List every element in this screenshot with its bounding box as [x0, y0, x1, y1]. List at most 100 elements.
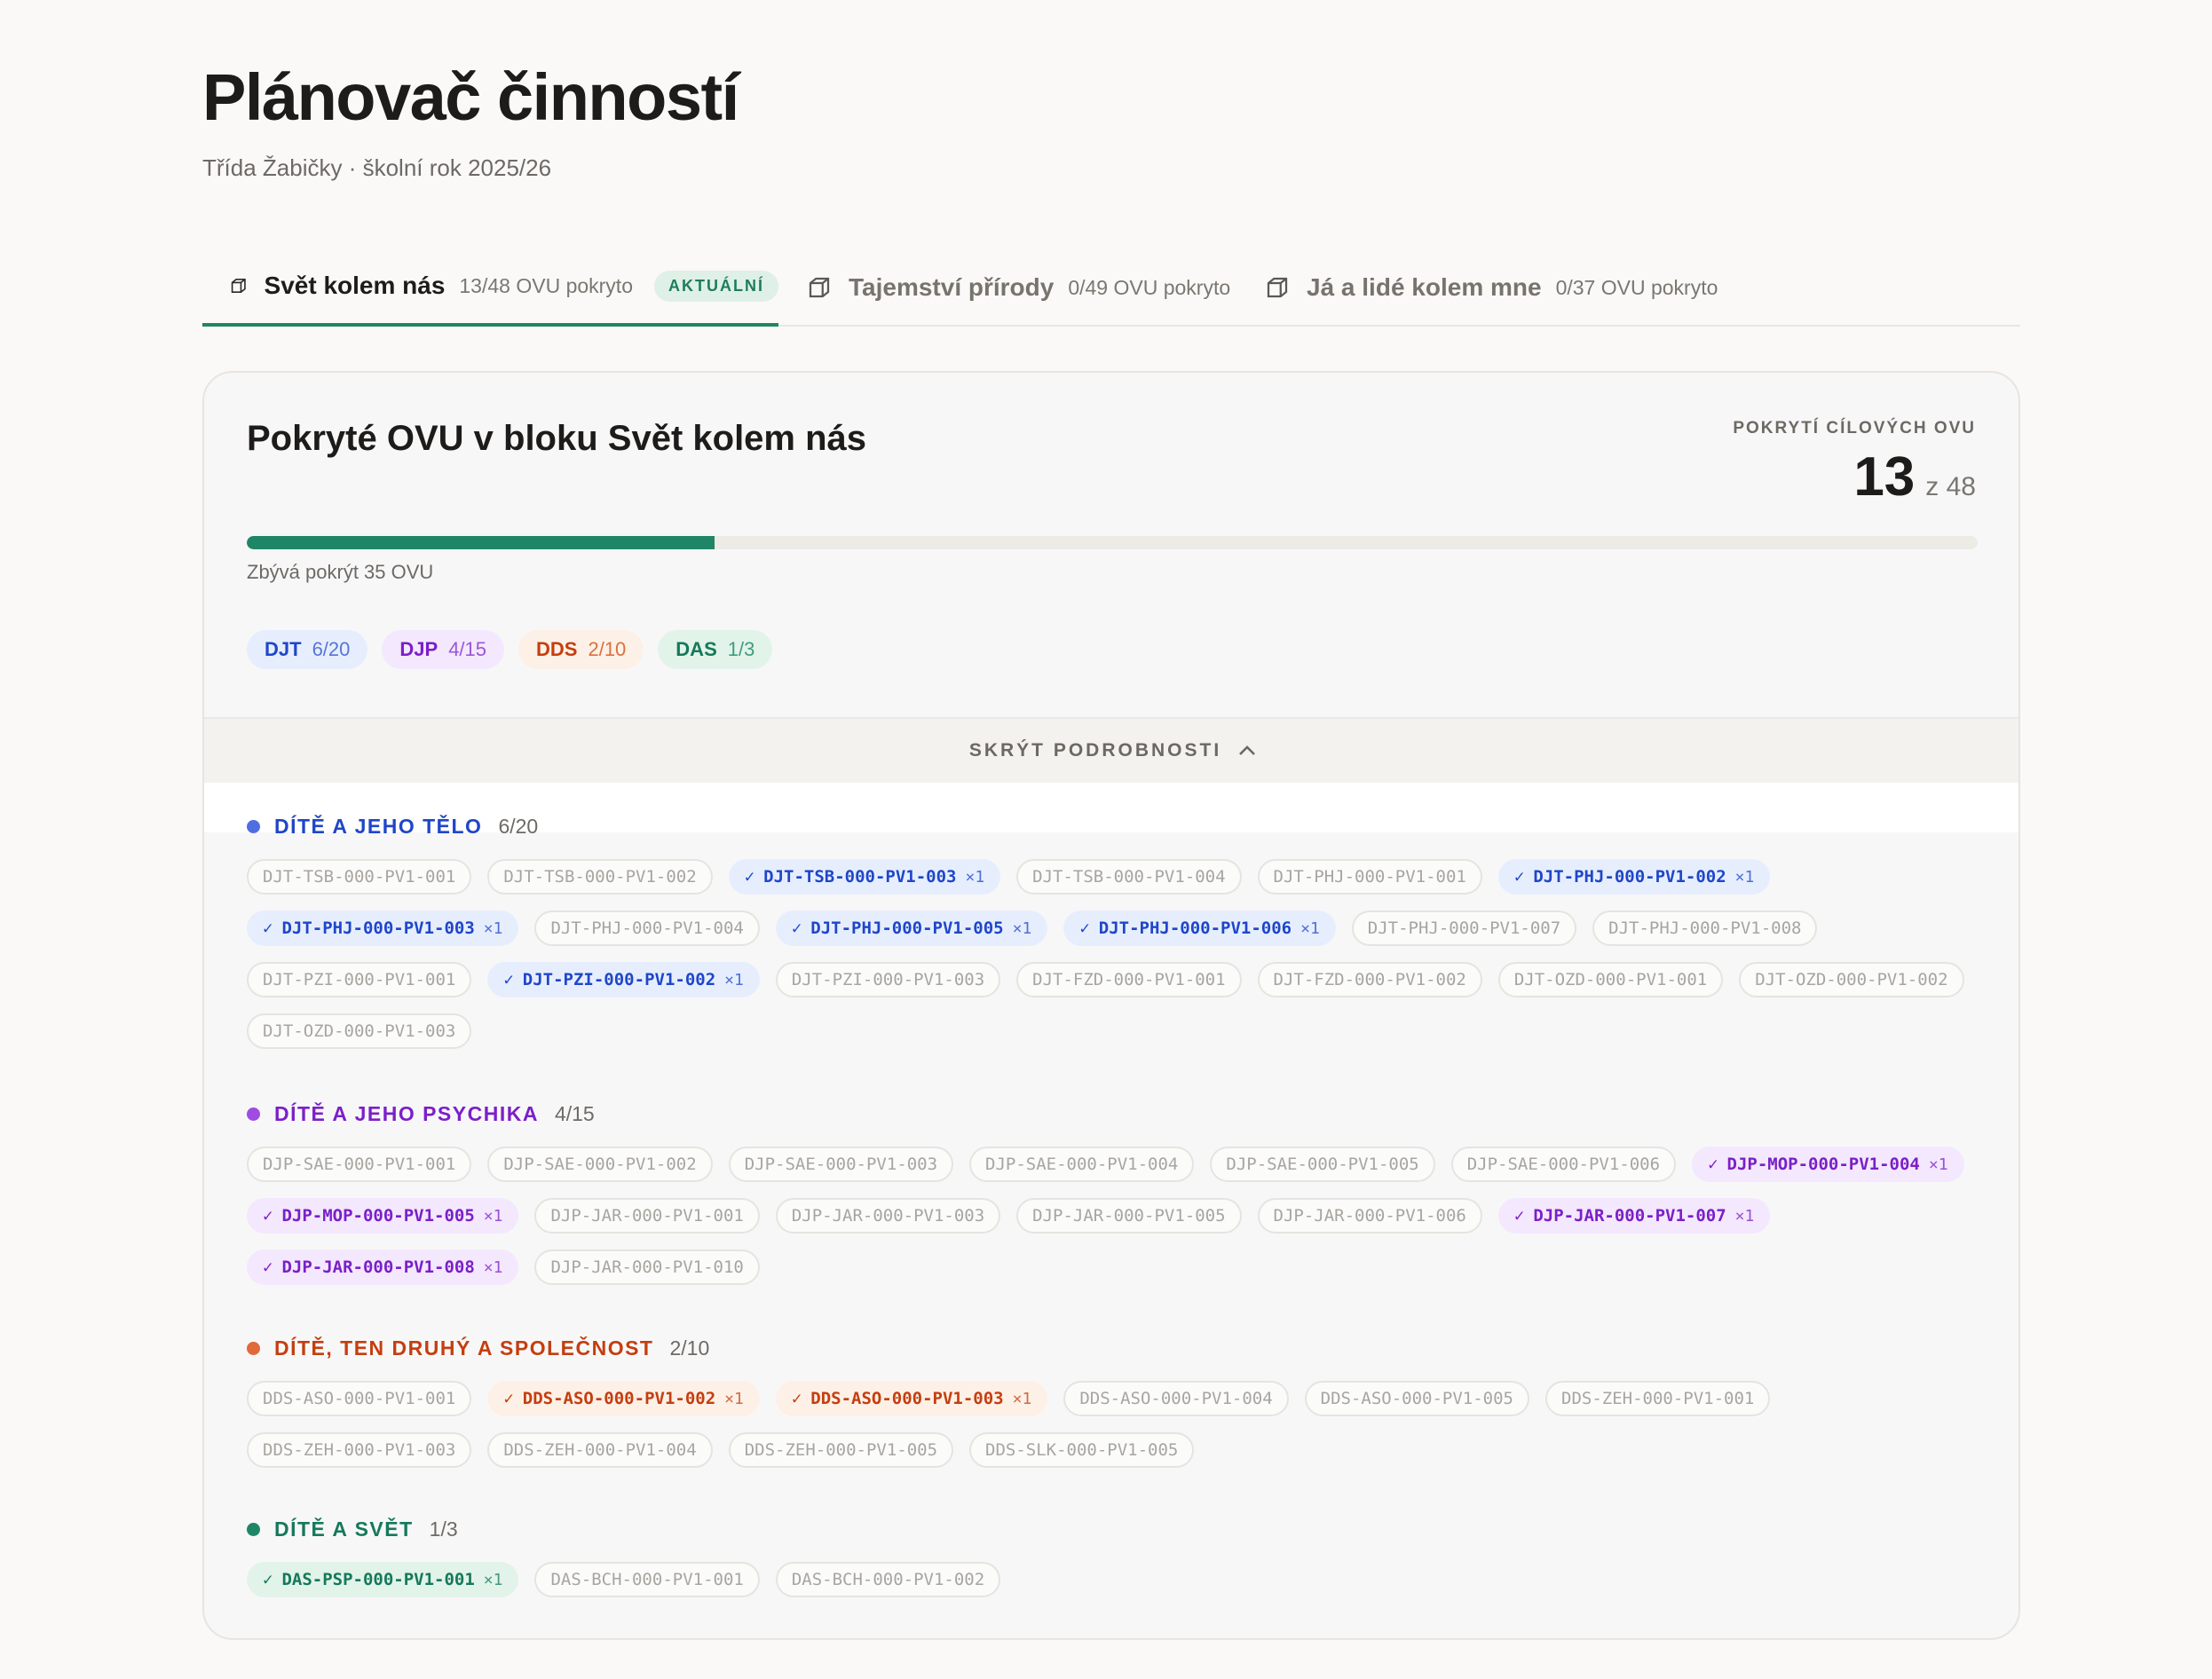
usage-count: ×1 [965, 867, 985, 887]
ovu-chip[interactable]: DJP-JAR-000-PV1-006 [1257, 1198, 1482, 1234]
ovu-chip[interactable]: DJP-SAE-000-PV1-006 [1450, 1147, 1677, 1182]
ovu-chip[interactable]: DJT-TSB-000-PV1-001 [247, 859, 472, 895]
ovu-code: DJT-PZI-000-PV1-003 [791, 970, 985, 989]
ovu-chip[interactable]: DDS-ZEH-000-PV1-003 [247, 1432, 472, 1468]
ovu-chip[interactable]: DDS-ZEH-000-PV1-001 [1545, 1381, 1771, 1416]
ovu-code: DJP-MOP-000-PV1-004 [1726, 1155, 1920, 1174]
ovu-chip[interactable]: DJP-SAE-000-PV1-003 [728, 1147, 954, 1182]
ovu-chip[interactable]: DJT-TSB-000-PV1-002 [487, 859, 713, 895]
progress-fill [247, 536, 715, 549]
ovu-chip[interactable]: DJT-PHJ-000-PV1-007 [1351, 910, 1577, 946]
ovu-chip[interactable]: DJP-JAR-000-PV1-005 [1016, 1198, 1242, 1234]
ovu-chip-covered[interactable]: ✓ DJT-PHJ-000-PV1-006 ×1 [1063, 910, 1336, 946]
tab-label: Tajemství přírody [849, 273, 1055, 301]
ovu-code: DJP-JAR-000-PV1-001 [550, 1206, 744, 1226]
ovu-code: DJT-OZD-000-PV1-001 [1513, 970, 1708, 989]
ovu-chip[interactable]: DJT-PZI-000-PV1-001 [247, 962, 472, 997]
usage-count: ×1 [1300, 918, 1320, 938]
ovu-chip-covered[interactable]: ✓ DJP-JAR-000-PV1-007 ×1 [1497, 1198, 1771, 1234]
ovu-chip[interactable]: DDS-SLK-000-PV1-005 [969, 1432, 1195, 1468]
ovu-chip[interactable]: DJT-OZD-000-PV1-002 [1739, 962, 1964, 997]
ovu-chip[interactable]: DJP-JAR-000-PV1-003 [775, 1198, 1001, 1234]
group-name: DÍTĚ A SVĚT [274, 1517, 414, 1541]
check-icon: ✓ [263, 918, 273, 938]
summary-count: 2/10 [588, 638, 627, 660]
ovu-chip[interactable]: DJP-SAE-000-PV1-001 [247, 1147, 472, 1182]
ovu-chip-covered[interactable]: ✓ DJP-MOP-000-PV1-005 ×1 [247, 1198, 519, 1234]
ovu-code: DJT-PHJ-000-PV1-006 [1098, 918, 1292, 938]
tab-ja-a-lide-kolem-mne[interactable]: Já a lidé kolem mne 0/37 OVU pokryto [1264, 248, 1718, 327]
ovu-code: DJT-FZD-000-PV1-002 [1273, 970, 1466, 989]
group-dot-icon [247, 1341, 260, 1355]
group-count: 6/20 [498, 814, 539, 838]
group-name: DÍTĚ, TEN DRUHÝ A SPOLEČNOST [274, 1336, 654, 1360]
ovu-chip[interactable]: DDS-ASO-000-PV1-005 [1304, 1381, 1529, 1416]
ovu-chip[interactable]: DJP-JAR-000-PV1-001 [534, 1198, 760, 1234]
ovu-chip[interactable]: DJT-PHJ-000-PV1-001 [1257, 859, 1482, 895]
tab-tajemstvi-prirody[interactable]: Tajemství přírody 0/49 OVU pokryto [806, 248, 1230, 327]
ovu-chip-covered[interactable]: ✓ DJT-PZI-000-PV1-002 ×1 [487, 962, 760, 997]
hide-details-button[interactable]: SKRÝT PODROBNOSTI [204, 717, 2018, 783]
ovu-code: DDS-ASO-000-PV1-004 [1079, 1389, 1273, 1408]
box-icon [231, 279, 246, 293]
ovu-chip-list: DDS-ASO-000-PV1-001 ✓ DDS-ASO-000-PV1-002 ×… [247, 1381, 1987, 1468]
ovu-chip[interactable]: DAS-BCH-000-PV1-002 [775, 1562, 1001, 1597]
ovu-code: DJP-JAR-000-PV1-007 [1533, 1206, 1726, 1226]
tab-svet-kolem-nas[interactable]: Svět kolem nás 13/48 OVU pokryto AKTUÁLN… [202, 248, 778, 327]
ovu-chip[interactable]: DJT-PHJ-000-PV1-008 [1592, 910, 1818, 946]
ovu-code: DDS-ASO-000-PV1-003 [810, 1389, 1004, 1408]
ovu-code: DDS-ASO-000-PV1-001 [263, 1389, 456, 1408]
tab-count: 13/48 OVU pokryto [459, 273, 633, 297]
usage-count: ×1 [724, 970, 744, 989]
ovu-chip-covered[interactable]: ✓ DJP-MOP-000-PV1-004 ×1 [1692, 1147, 1964, 1182]
ovu-code: DJP-SAE-000-PV1-006 [1466, 1155, 1661, 1174]
usage-count: ×1 [1928, 1155, 1948, 1174]
ovu-chip-covered[interactable]: ✓ DAS-PSP-000-PV1-001 ×1 [247, 1562, 519, 1597]
ovu-chip[interactable]: DJT-FZD-000-PV1-001 [1016, 962, 1242, 997]
ovu-chip[interactable]: DJT-PZI-000-PV1-003 [775, 962, 1001, 997]
group-dot-icon [247, 1522, 260, 1536]
box-icon [809, 277, 830, 298]
ovu-chip-covered[interactable]: ✓ DJT-PHJ-000-PV1-003 ×1 [247, 910, 519, 946]
ovu-chip-covered[interactable]: ✓ DJT-PHJ-000-PV1-002 ×1 [1497, 859, 1771, 895]
ovu-code: DAS-BCH-000-PV1-002 [791, 1570, 985, 1589]
ovu-code: DJT-TSB-000-PV1-001 [263, 867, 456, 887]
ovu-chip-covered[interactable]: ✓ DDS-ASO-000-PV1-002 ×1 [487, 1381, 760, 1416]
ovu-chip[interactable]: DJP-SAE-000-PV1-002 [487, 1147, 713, 1182]
ovu-chip[interactable]: DJP-SAE-000-PV1-005 [1210, 1147, 1435, 1182]
ovu-chip-list: ✓ DAS-PSP-000-PV1-001 ×1 DAS-BCH-000-PV1-00… [247, 1562, 1987, 1597]
summary-code: DAS [675, 638, 717, 660]
group-name: DÍTĚ A JEHO TĚLO [274, 814, 483, 838]
ovu-chip[interactable]: DDS-ASO-000-PV1-004 [1063, 1381, 1289, 1416]
ovu-chip-covered[interactable]: ✓ DDS-ASO-000-PV1-003 ×1 [775, 1381, 1048, 1416]
check-icon: ✓ [791, 918, 802, 938]
ovu-chip[interactable]: DJT-FZD-000-PV1-002 [1257, 962, 1482, 997]
usage-count: ×1 [483, 1257, 503, 1277]
group-heading: DÍTĚ A JEHO TĚLO 6/20 [247, 811, 1987, 841]
ovu-code: DAS-BCH-000-PV1-001 [550, 1570, 744, 1589]
ovu-code: DJP-SAE-000-PV1-002 [503, 1155, 697, 1174]
chevron-up-icon [1239, 745, 1256, 755]
check-icon: ✓ [263, 1570, 273, 1589]
ovu-code: DJP-SAE-000-PV1-001 [263, 1155, 456, 1174]
ovu-chip[interactable]: DAS-BCH-000-PV1-001 [534, 1562, 760, 1597]
card-title: Pokryté OVU v bloku Svět kolem nás [247, 419, 867, 458]
group-heading: DÍTĚ, TEN DRUHÝ A SPOLEČNOST 2/10 [247, 1333, 1987, 1363]
page-title: Plánovač činností [202, 60, 739, 134]
ovu-chip[interactable]: DDS-ZEH-000-PV1-004 [487, 1432, 713, 1468]
summary-pill-djt: DJT 6/20 [247, 630, 368, 669]
ovu-chip[interactable]: DJP-SAE-000-PV1-004 [969, 1147, 1195, 1182]
ovu-chip-covered[interactable]: ✓ DJP-JAR-000-PV1-008 ×1 [247, 1249, 519, 1285]
ovu-chip[interactable]: DJP-JAR-000-PV1-010 [534, 1249, 760, 1285]
ovu-chip-covered[interactable]: ✓ DJT-PHJ-000-PV1-005 ×1 [775, 910, 1048, 946]
ovu-chip[interactable]: DDS-ASO-000-PV1-001 [247, 1381, 472, 1416]
ovu-chip[interactable]: DDS-ZEH-000-PV1-005 [728, 1432, 954, 1468]
summary-pill-das: DAS 1/3 [658, 630, 773, 669]
group-count: 1/3 [429, 1517, 458, 1541]
ovu-chip[interactable]: DJT-OZD-000-PV1-001 [1497, 962, 1724, 997]
coverage-value: 13 z 48 [1853, 445, 1976, 508]
ovu-chip[interactable]: DJT-PHJ-000-PV1-004 [534, 910, 760, 946]
ovu-chip[interactable]: DJT-OZD-000-PV1-003 [247, 1013, 472, 1049]
ovu-chip-covered[interactable]: ✓ DJT-TSB-000-PV1-003 ×1 [728, 859, 1001, 895]
ovu-chip[interactable]: DJT-TSB-000-PV1-004 [1016, 859, 1242, 895]
